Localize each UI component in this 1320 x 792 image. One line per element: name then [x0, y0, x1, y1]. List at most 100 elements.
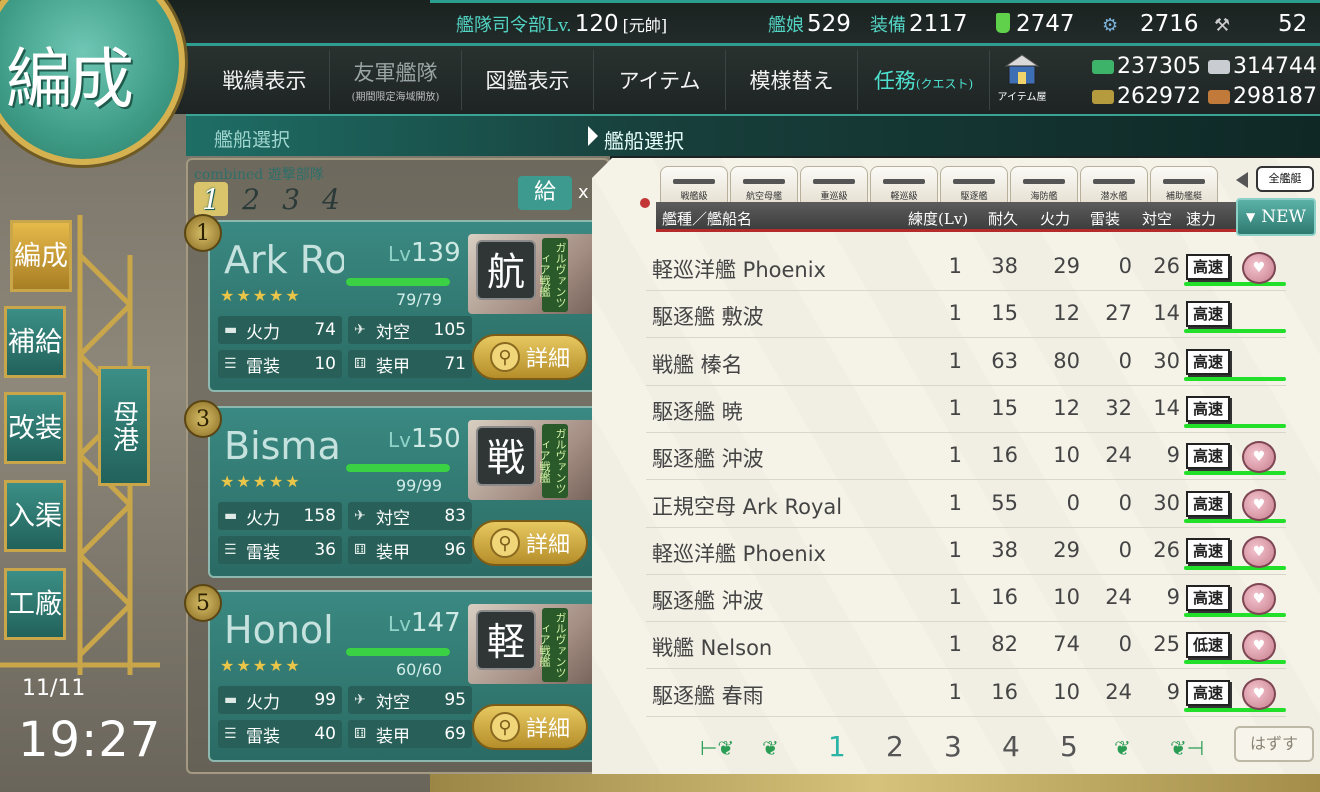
sort-new-button[interactable]: ▼ NEW: [1236, 198, 1316, 236]
page-4[interactable]: 4: [1002, 730, 1020, 763]
improve-material-count-value: 52: [1278, 11, 1308, 37]
stat-firepower-label: 火力: [246, 692, 280, 713]
ship-type-tab[interactable]: 海防艦: [1010, 166, 1078, 202]
nav-dock[interactable]: 入渠: [4, 480, 66, 552]
menu-remodel-room[interactable]: 模様替え: [726, 50, 858, 110]
fleet-tab-3[interactable]: 3: [274, 182, 308, 216]
stat-armor: ⚅ 装甲 96: [348, 536, 472, 564]
page-5[interactable]: 5: [1060, 730, 1078, 763]
page-1[interactable]: 1: [828, 730, 846, 763]
nav-modernize[interactable]: 改装: [4, 392, 66, 464]
ship-list-row[interactable]: 駆逐艦 春雨 1 16 10 24 9 高速 ♥: [646, 670, 1286, 717]
ship-seal-badge: ガルヴァンツィア戦艦: [538, 608, 568, 682]
col-firepower: 火力: [1040, 210, 1071, 228]
ship-type-tab[interactable]: 航空母艦: [730, 166, 798, 202]
collapse-tabs-icon[interactable]: [1236, 172, 1248, 188]
ship-card[interactable]: 1 Ark Ro Lv139 ★★★★★ 79/79 航 ガルヴァンツィア戦艦 …: [184, 214, 608, 392]
ship-detail-button[interactable]: ⚲ 詳細: [472, 520, 588, 566]
ship-type-tab[interactable]: 駆逐艦: [940, 166, 1008, 202]
ship-portrait[interactable]: 軽 ガルヴァンツィア戦艦: [468, 604, 608, 684]
row-torpedo: 0: [1118, 632, 1132, 657]
ship-hp-bar: [346, 278, 450, 286]
row-aa: 30: [1153, 490, 1180, 515]
ship-portrait[interactable]: 航 ガルヴァンツィア戦艦: [468, 234, 608, 314]
ship-list-row[interactable]: 駆逐艦 沖波 1 16 10 24 9 高速 ♥: [646, 433, 1286, 481]
row-firepower: 10: [1053, 585, 1080, 610]
item-shop-button[interactable]: アイテム屋: [992, 52, 1052, 110]
row-speed-badge: 高速: [1186, 490, 1230, 517]
menu-record[interactable]: 戦績表示: [200, 50, 330, 110]
admiral-level-label: 艦隊司令部Lv.: [456, 15, 572, 36]
next-page-icon[interactable]: ❦: [1114, 736, 1131, 760]
ship-list-row[interactable]: 駆逐艦 暁 1 15 12 32 14 高速: [646, 386, 1286, 433]
fleet-tab-4[interactable]: 4: [314, 182, 348, 216]
stat-armor: ⚅ 装甲 71: [348, 350, 472, 378]
screen-emblem-text: 編成: [6, 41, 134, 118]
menu-quest[interactable]: 任務(クエスト): [858, 50, 990, 110]
menu-items[interactable]: アイテム: [594, 50, 726, 110]
top-rope: [430, 0, 1320, 3]
bauxite-icon: [1208, 90, 1230, 104]
fleet-tab-2[interactable]: 2: [234, 182, 268, 216]
ship-name: Ark Ro: [224, 238, 344, 282]
last-page-icon[interactable]: ❦⊣: [1170, 736, 1204, 760]
row-condition-bar: [1184, 707, 1286, 712]
magnifier-icon: ⚲: [489, 342, 520, 372]
menu-picture-book[interactable]: 図鑑表示: [462, 50, 594, 110]
fuel-value: 237305: [1117, 54, 1201, 79]
ship-detail-button[interactable]: ⚲ 詳細: [472, 334, 588, 380]
row-ship-name: 正規空母 Ark Royal: [652, 494, 843, 519]
ship-portrait[interactable]: 戦 ガルヴァンツィア戦艦: [468, 420, 608, 500]
ship-detail-button[interactable]: ⚲ 詳細: [472, 704, 588, 750]
page-3[interactable]: 3: [944, 730, 962, 763]
row-ship-name: 駆逐艦 敷波: [652, 305, 764, 330]
all-ships-button[interactable]: 全艦艇: [1256, 166, 1314, 192]
ship-list-row[interactable]: 軽巡洋艦 Phoenix 1 38 29 0 26 高速 ♥: [646, 244, 1286, 291]
ship-type-tab[interactable]: 重巡級: [800, 166, 868, 202]
ship-list-row[interactable]: 正規空母 Ark Royal 1 55 0 0 30 高速 ♥: [646, 481, 1286, 528]
col-aa: 対空: [1142, 210, 1173, 228]
ship-card[interactable]: 3 Bisma Lv150 ★★★★★ 99/99 戦 ガルヴァンツィア戦艦 ▬…: [184, 400, 608, 578]
nav-arsenal[interactable]: 工廠: [4, 568, 66, 640]
row-firepower: 10: [1053, 679, 1080, 704]
col-torpedo: 雷装: [1090, 210, 1121, 228]
row-aa: 9: [1166, 443, 1180, 468]
ship-list-row[interactable]: 戦艦 Nelson 1 82 74 0 25 低速 ♥: [646, 622, 1286, 670]
bucket-count: 2747: [996, 11, 1075, 37]
row-torpedo: 0: [1118, 348, 1132, 373]
torpedo-icon: ☰: [224, 542, 237, 558]
row-speed-badge: 高速: [1186, 348, 1230, 375]
equip-count-label: 装備: [870, 15, 906, 36]
lock-heart-icon: ♥: [1242, 441, 1276, 474]
armor-icon: ⚅: [354, 542, 367, 558]
ship-type-tab[interactable]: 戦艦級: [660, 166, 728, 202]
stat-armor-value: 69: [444, 724, 466, 744]
fleet-supply-button[interactable]: 給: [518, 176, 572, 210]
fleet-tab-1[interactable]: 1: [194, 182, 228, 216]
ship-list-row[interactable]: 戦艦 榛名 1 63 80 0 30 高速: [646, 339, 1286, 386]
ship-card[interactable]: 5 Honol Lv147 ★★★★★ 60/60 軽 ガルヴァンツィア戦艦 ▬…: [184, 584, 608, 762]
ship-type-tab[interactable]: 補助艦艇: [1150, 166, 1218, 202]
menu-friend-fleet[interactable]: 友軍艦隊 (期間限定海域開放): [330, 50, 462, 110]
row-ship-name: 駆逐艦 春雨: [652, 683, 764, 708]
ship-list-row[interactable]: 軽巡洋艦 Phoenix 1 38 29 0 26 高速 ♥: [646, 528, 1286, 575]
stat-firepower-value: 99: [314, 690, 336, 710]
row-ship-name: 軽巡洋艦 Phoenix: [652, 541, 826, 566]
first-page-icon[interactable]: ⊢❦: [700, 736, 734, 760]
ship-list-row[interactable]: 駆逐艦 敷波 1 15 12 27 14 高速: [646, 291, 1286, 339]
ship-list-row[interactable]: 駆逐艦 沖波 1 16 10 24 9 高速 ♥: [646, 575, 1286, 623]
col-name: 艦種／艦船名: [662, 210, 753, 228]
release-button[interactable]: はずす: [1234, 726, 1314, 762]
page-2[interactable]: 2: [886, 730, 904, 763]
nav-arsenal-label: 工廠: [8, 588, 62, 620]
nav-organize[interactable]: 編成: [10, 220, 72, 292]
row-ship-name: 戦艦 Nelson: [652, 636, 773, 661]
dev-material-count: ⚙ 2716: [1102, 11, 1199, 37]
stat-aa-label: 対空: [376, 322, 410, 343]
ship-type-tab[interactable]: 潜水艦: [1080, 166, 1148, 202]
ship-type-tab[interactable]: 軽巡級: [870, 166, 938, 202]
prev-page-icon[interactable]: ❦: [762, 736, 779, 760]
nav-port[interactable]: 母港: [98, 366, 150, 486]
ship-level: Lv150: [388, 424, 461, 454]
nav-supply[interactable]: 補給: [4, 306, 66, 378]
